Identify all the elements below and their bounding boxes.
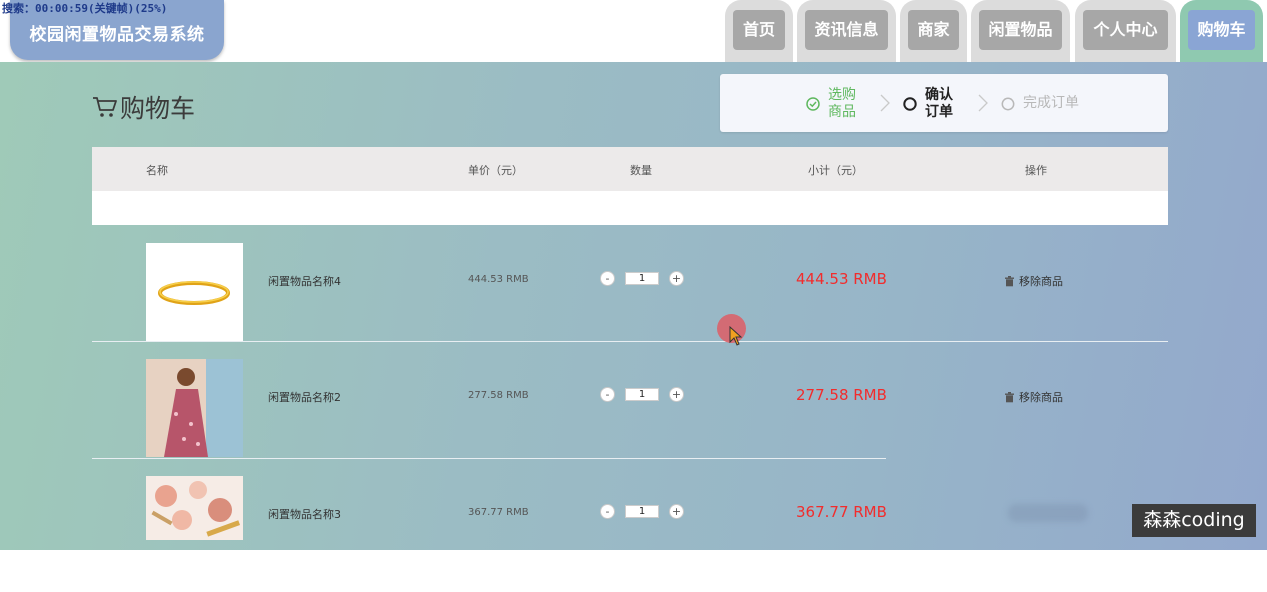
quantity-stepper: - 1 + <box>600 387 684 402</box>
table-header-spacer <box>92 191 1168 225</box>
nav-tab-news[interactable]: 资讯信息 <box>797 0 896 62</box>
step-pending-circle-icon <box>1001 97 1015 110</box>
increment-button[interactable]: + <box>669 271 684 286</box>
step-confirm-order: 确认 订单 <box>903 87 953 121</box>
nav-tab-profile[interactable]: 个人中心 <box>1075 0 1176 62</box>
quantity-stepper: - 1 + <box>600 271 684 286</box>
nav-tab-label: 闲置物品 <box>979 10 1062 50</box>
trash-icon <box>1005 391 1014 402</box>
step-label-line2: 商品 <box>828 104 856 120</box>
page-title: 购物车 <box>92 89 195 125</box>
decrement-button[interactable]: - <box>600 271 615 286</box>
nav-tab-label: 首页 <box>733 10 785 50</box>
check-circle-icon <box>806 97 820 111</box>
quantity-stepper: - 1 + <box>600 504 684 519</box>
unit-price: 367.77 RMB <box>468 507 529 518</box>
nav-tab-home[interactable]: 首页 <box>725 0 793 62</box>
nav-tab-cart[interactable]: 购物车 <box>1180 0 1263 62</box>
nav-tab-label: 资讯信息 <box>805 10 888 50</box>
step-label-line2: 订单 <box>925 104 953 120</box>
remove-item-button-blurred[interactable] <box>1008 504 1088 522</box>
product-thumbnail[interactable] <box>146 243 243 341</box>
quantity-input[interactable]: 1 <box>625 505 659 518</box>
subtotal-value: 277.58 RMB <box>796 386 887 404</box>
chevron-right-icon <box>978 94 988 112</box>
mouse-cursor-icon <box>729 326 743 346</box>
app-title: 校园闲置物品交易系统 <box>29 25 205 45</box>
subtotal-value: 444.53 RMB <box>796 270 887 288</box>
subtotal-value: 367.77 RMB <box>796 503 887 521</box>
checkout-steps: 选购 商品 确认 订单 完成订单 <box>720 74 1168 132</box>
remove-item-label: 移除商品 <box>1019 391 1063 404</box>
quantity-input[interactable]: 1 <box>625 272 659 285</box>
product-thumbnail[interactable] <box>146 476 243 540</box>
top-bar: 校园闲置物品交易系统 首页 资讯信息 商家 闲置物品 个人中心 购物车 <box>0 0 1267 62</box>
decrement-button[interactable]: - <box>600 504 615 519</box>
cart-table-header: 名称 单价（元） 数量 小计（元） 操作 <box>92 147 1168 191</box>
nav-tab-idle-items[interactable]: 闲置物品 <box>971 0 1070 62</box>
watermark: 森森coding <box>1132 504 1256 537</box>
chevron-right-icon <box>880 94 890 112</box>
step-label-line1: 选购 <box>828 87 856 103</box>
product-thumbnail[interactable] <box>146 359 243 457</box>
recording-overlay-text: 搜索：00:00:59(关键帧)(25%) <box>2 2 168 15</box>
nav-tab-label: 商家 <box>908 10 959 50</box>
cart-icon <box>93 97 117 117</box>
step-label-line1: 确认 <box>925 87 953 103</box>
step-current-circle-icon <box>903 97 917 111</box>
remove-item-button[interactable]: 移除商品 <box>1004 273 1063 289</box>
product-name[interactable]: 闲置物品名称3 <box>268 506 341 522</box>
header-subtotal: 小计（元） <box>808 164 863 177</box>
floral-dress-image <box>146 359 243 457</box>
unit-price: 444.53 RMB <box>468 274 529 285</box>
nav-tab-merchants[interactable]: 商家 <box>900 0 967 62</box>
header-name: 名称 <box>146 164 168 177</box>
decrement-button[interactable]: - <box>600 387 615 402</box>
step-label: 完成订单 <box>1023 95 1079 111</box>
header-action: 操作 <box>1025 164 1047 177</box>
increment-button[interactable]: + <box>669 504 684 519</box>
table-row: 闲置物品名称3 367.77 RMB - 1 + 367.77 RMB <box>92 476 1168 592</box>
row-divider <box>92 458 886 459</box>
nav-tab-label: 购物车 <box>1188 10 1255 50</box>
step-complete-order: 完成订单 <box>1001 95 1079 112</box>
page-title-text: 购物车 <box>120 94 196 123</box>
quantity-input[interactable]: 1 <box>625 388 659 401</box>
gold-bracelet-image <box>146 243 243 341</box>
header-quantity: 数量 <box>630 164 652 177</box>
makeup-products-image <box>146 476 243 540</box>
trash-icon <box>1005 275 1014 286</box>
row-divider <box>92 341 1168 342</box>
step-select-goods: 选购 商品 <box>806 87 856 121</box>
product-name[interactable]: 闲置物品名称2 <box>268 389 341 405</box>
remove-item-label: 移除商品 <box>1019 275 1063 288</box>
increment-button[interactable]: + <box>669 387 684 402</box>
product-name[interactable]: 闲置物品名称4 <box>268 273 341 289</box>
nav-tab-label: 个人中心 <box>1083 10 1168 50</box>
unit-price: 277.58 RMB <box>468 390 529 401</box>
header-unit-price: 单价（元） <box>468 164 523 177</box>
remove-item-button[interactable]: 移除商品 <box>1004 389 1063 405</box>
